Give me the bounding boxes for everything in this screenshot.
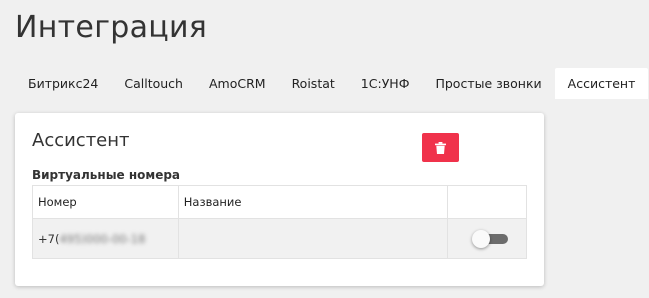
virtual-numbers-label: Виртуальные номера — [32, 168, 181, 182]
toggle-cell — [447, 218, 527, 259]
column-header-number: Номер — [32, 185, 179, 219]
tab-simple-calls[interactable]: Простые звонки — [422, 68, 554, 99]
assistant-card: Ассистент Виртуальные номера Номер Назва… — [15, 113, 544, 286]
tab-assistant[interactable]: Ассистент — [554, 68, 649, 99]
table-row: +7(495)000-00-18 — [32, 218, 527, 259]
integration-tabs: Битрикс24 Calltouch AmoCRM Roistat 1С:УН… — [15, 68, 649, 99]
trash-icon — [435, 141, 446, 154]
column-header-toggle — [447, 185, 527, 219]
tab-1c-unf[interactable]: 1С:УНФ — [348, 68, 423, 99]
integration-page: Интеграция Битрикс24 Calltouch AmoCRM Ro… — [0, 0, 649, 298]
enable-toggle[interactable] — [472, 229, 512, 248]
card-title: Ассистент — [32, 130, 130, 151]
tab-bitrix24[interactable]: Битрикс24 — [15, 68, 111, 99]
tab-amocrm[interactable]: AmoCRM — [196, 68, 279, 99]
column-header-name: Название — [177, 185, 449, 219]
number-cell: +7(495)000-00-18 — [32, 218, 179, 259]
delete-button[interactable] — [422, 133, 459, 162]
tab-calltouch[interactable]: Calltouch — [111, 68, 196, 99]
tab-roistat[interactable]: Roistat — [279, 68, 348, 99]
page-title: Интеграция — [15, 10, 208, 45]
name-cell — [177, 218, 449, 259]
table-header-row: Номер Название — [32, 185, 527, 219]
number-hidden: 495)000-00-18 — [59, 231, 146, 246]
virtual-numbers-table: Номер Название +7(495)000-00-18 — [32, 185, 527, 259]
toggle-thumb — [472, 229, 491, 248]
number-prefix: +7( — [38, 231, 60, 246]
